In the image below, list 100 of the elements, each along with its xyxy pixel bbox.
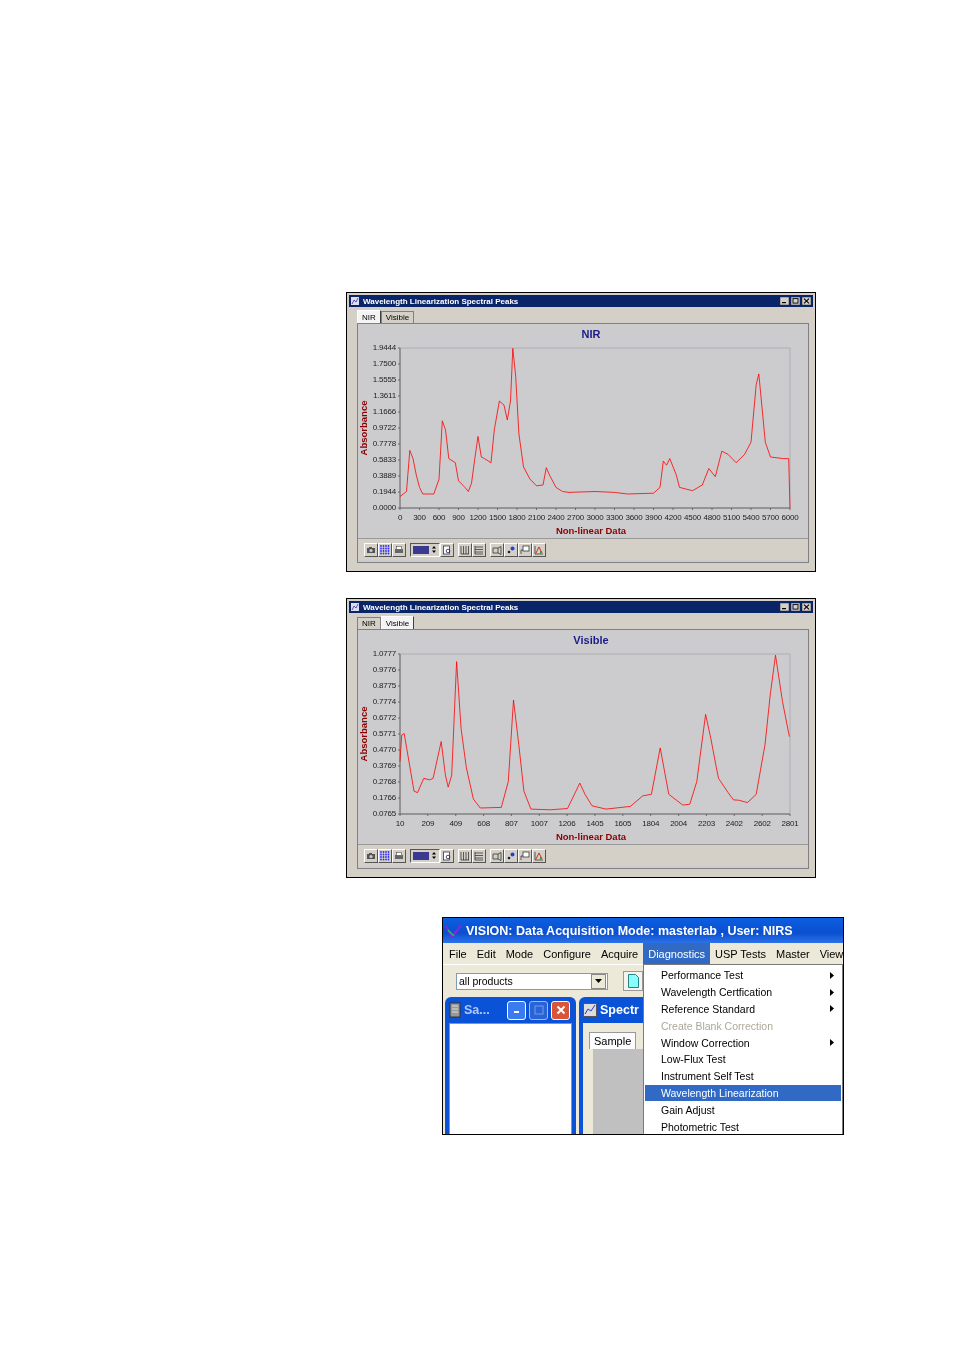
menu-item[interactable]: Performance Test xyxy=(645,967,841,984)
menu-item[interactable]: Reference Standard xyxy=(645,1000,841,1018)
maximize-icon xyxy=(533,1005,544,1015)
camera-button[interactable] xyxy=(364,848,378,863)
axis-tick-label: 4200 xyxy=(664,513,682,522)
tab[interactable]: Visible xyxy=(380,616,415,629)
menu-item[interactable]: Wavelength Linearization xyxy=(645,1084,841,1102)
minimize-icon[interactable] xyxy=(780,603,789,611)
axis-tick-label: 300 xyxy=(413,513,426,522)
axis-tick-label: 2203 xyxy=(697,819,715,828)
menu-item[interactable]: USP Tests xyxy=(710,943,772,964)
axis-tick-label: 1200 xyxy=(469,513,487,522)
notebook-icon xyxy=(449,1002,461,1018)
camera-button[interactable] xyxy=(364,542,378,557)
axis-tick-label: 0.5833 xyxy=(372,455,396,465)
tab[interactable]: NIR xyxy=(357,617,381,629)
maximize-icon[interactable] xyxy=(791,603,800,611)
axis-tick-label: 10 xyxy=(395,819,405,828)
submenu-arrow-icon xyxy=(830,988,834,996)
zoom-button[interactable] xyxy=(440,848,454,863)
menu-item[interactable]: File xyxy=(444,943,472,964)
window-button[interactable] xyxy=(518,848,532,863)
axis-tick-label: 600 xyxy=(432,513,446,522)
menu-item[interactable]: Instrument Self Test xyxy=(645,1067,841,1085)
menu-item[interactable]: View xyxy=(814,943,843,964)
chart-icon xyxy=(534,544,544,555)
close-icon[interactable] xyxy=(802,297,811,305)
menu-item[interactable]: Edit xyxy=(471,943,501,964)
new-document-button[interactable] xyxy=(623,971,643,991)
maximize-button[interactable] xyxy=(529,1000,548,1020)
axis-tick-label: 0.8775 xyxy=(372,681,396,691)
color-picker[interactable] xyxy=(410,848,440,863)
axis-tick-label: 0.4770 xyxy=(372,745,396,755)
menu-item[interactable]: Mode xyxy=(500,943,539,964)
axis-tick-label: 900 xyxy=(452,513,465,522)
vgrid-button[interactable] xyxy=(458,542,472,557)
hgrid-icon xyxy=(474,544,484,555)
axis-tick-label: 3000 xyxy=(586,513,604,522)
minimize-icon[interactable] xyxy=(780,297,789,305)
close-button[interactable] xyxy=(551,1000,570,1020)
grid-button[interactable] xyxy=(378,542,392,557)
window-button[interactable] xyxy=(518,542,532,557)
tab[interactable]: NIR xyxy=(357,310,381,323)
chart-app-icon xyxy=(351,297,359,305)
product-dropdown[interactable]: all products xyxy=(456,972,608,990)
tab[interactable]: Visible xyxy=(380,311,415,323)
axis-tick-label: 1405 xyxy=(586,819,604,828)
vgrid-icon xyxy=(460,850,470,861)
minimize-button[interactable] xyxy=(507,1000,526,1020)
zoom-button[interactable] xyxy=(440,542,454,557)
grid-button[interactable] xyxy=(378,848,392,863)
axis-tick-label: 1804 xyxy=(642,819,660,828)
axis-tick-label: 409 xyxy=(449,819,463,828)
hgrid-button[interactable] xyxy=(472,848,486,863)
axis-tick-label: 1206 xyxy=(558,819,576,828)
tab[interactable]: Sample xyxy=(589,1032,637,1049)
printer-button[interactable] xyxy=(392,848,406,863)
vgrid-button[interactable] xyxy=(458,848,472,863)
axis-tick-label: 1500 xyxy=(489,513,506,522)
axis-tick-label: 807 xyxy=(505,819,518,828)
axis-tick-label: 0.0765 xyxy=(372,809,396,819)
chart-button[interactable] xyxy=(532,542,546,557)
axis-tick-label: 1.7500 xyxy=(372,359,396,369)
dots-button[interactable] xyxy=(504,542,518,557)
axis-tick-label: 4500 xyxy=(684,513,701,522)
menu-item[interactable]: Diagnostics xyxy=(643,943,711,964)
menu-item[interactable]: Photometric Test xyxy=(645,1118,841,1134)
axis-tick-label: 0.0000 xyxy=(372,503,396,513)
maximize-icon[interactable] xyxy=(791,297,800,305)
printer-button[interactable] xyxy=(392,542,406,557)
axis-tick-label: 1.0777 xyxy=(372,649,396,659)
dots-button[interactable] xyxy=(504,848,518,863)
close-icon[interactable] xyxy=(802,603,811,611)
grid-icon xyxy=(380,850,390,861)
vgrid-icon xyxy=(460,544,470,555)
axis-tick-label: 0.1766 xyxy=(372,793,396,803)
menu-item[interactable]: Wavelength Certfication xyxy=(645,983,841,1001)
x-axis-title: Non-linear Data xyxy=(555,525,627,536)
camera-icon xyxy=(366,544,376,555)
menu-item[interactable]: Acquire xyxy=(595,943,644,964)
menu-item[interactable]: Master xyxy=(771,943,815,964)
printer-icon xyxy=(394,544,404,555)
axis-tick-label: 0.7778 xyxy=(372,439,396,449)
chart-button[interactable] xyxy=(532,848,546,863)
axis-tick-label: 0.9776 xyxy=(372,665,396,675)
menu-item[interactable]: Configure xyxy=(538,943,596,964)
menu-item[interactable]: Low-Flux Test xyxy=(645,1051,841,1068)
menu-item[interactable]: Window Correction xyxy=(645,1034,841,1051)
axis-tick-label: 1.1666 xyxy=(372,407,396,417)
axis-tick-label: 2402 xyxy=(725,819,743,828)
window-title: Wavelength Linearization Spectral Peaks xyxy=(363,296,519,306)
submenu-arrow-icon xyxy=(830,971,834,979)
axis-tick-label: 4800 xyxy=(703,513,721,522)
axis-tick-label: 1605 xyxy=(614,819,632,828)
window-title: Wavelength Linearization Spectral Peaks xyxy=(363,602,519,612)
menu-item[interactable]: Gain Adjust xyxy=(645,1101,841,1119)
axis-tick-label: 209 xyxy=(421,819,435,828)
axis-tick-label: 0.3889 xyxy=(372,471,396,481)
color-picker[interactable] xyxy=(410,542,440,557)
hgrid-button[interactable] xyxy=(472,542,486,557)
